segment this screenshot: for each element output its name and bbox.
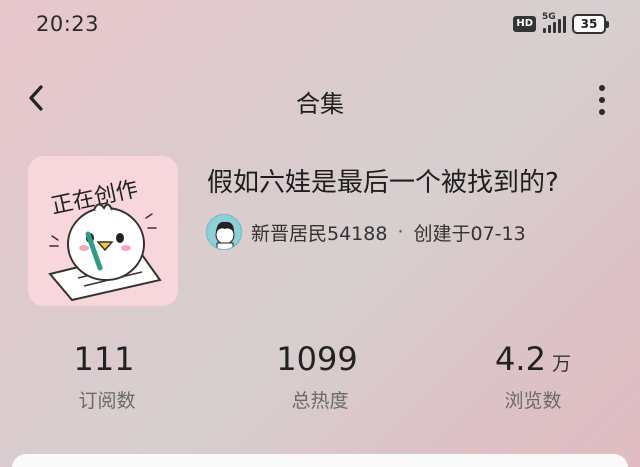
stat-value: 111: [73, 340, 135, 378]
stat-value: 4.2: [495, 340, 546, 378]
separator-dot: ·: [397, 221, 404, 243]
stat-label: 订阅数: [78, 390, 136, 412]
more-options-button[interactable]: [592, 82, 612, 118]
album-cover[interactable]: 正在创作: [28, 156, 178, 306]
stat-label: 浏览数: [504, 390, 562, 412]
nav-bar: 合集: [0, 74, 640, 124]
stat-label: 总热度: [291, 390, 349, 412]
avatar-image: [215, 221, 235, 249]
content-sheet: [12, 454, 628, 467]
stat-heat[interactable]: 1099 总热度: [250, 340, 390, 413]
created-date: 创建于07-13: [413, 222, 526, 245]
status-bar: 20:23 HD 5G 35: [0, 0, 640, 50]
more-dot-icon: [599, 109, 605, 115]
stat-value: 1099: [276, 340, 358, 378]
more-dot-icon: [599, 85, 605, 91]
author-row: 新晋居民54188 · 创建于07-13: [206, 214, 526, 250]
avatar[interactable]: [206, 214, 242, 250]
cover-illustration: 正在创作: [48, 177, 162, 302]
stat-subscriptions[interactable]: 111 订阅数: [37, 340, 177, 413]
battery-level: 35: [580, 17, 598, 31]
status-icons: HD 5G 35: [513, 12, 609, 34]
page-title: 合集: [296, 90, 344, 118]
hd-icon: HD: [513, 16, 536, 32]
stats-row: 111 订阅数 1099 总热度 4.2 万 浏览数: [0, 340, 640, 430]
author-name[interactable]: 新晋居民54188: [251, 219, 387, 246]
battery-icon: 35: [572, 14, 609, 34]
status-time: 20:23: [36, 12, 100, 36]
stat-unit: 万: [551, 353, 571, 375]
stat-views[interactable]: 4.2 万 浏览数: [463, 340, 603, 413]
more-dot-icon: [599, 97, 605, 103]
signal-icon: 5G: [542, 12, 566, 33]
album-title: 假如六娃是最后一个被找到的?: [207, 168, 559, 198]
